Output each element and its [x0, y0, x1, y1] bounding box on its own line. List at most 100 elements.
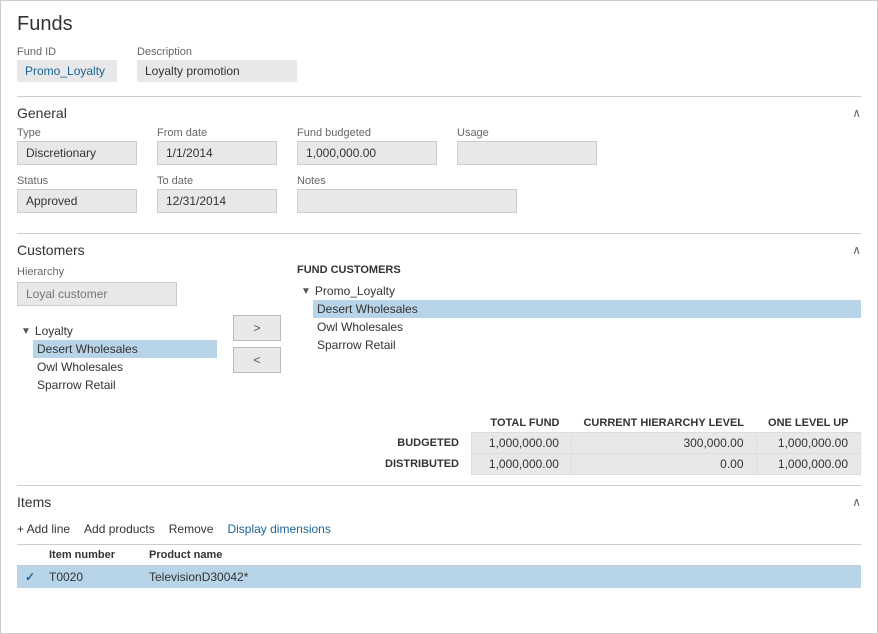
general-title: General — [17, 105, 67, 121]
type-label: Type — [17, 127, 137, 139]
fund-budgeted-input[interactable] — [297, 141, 437, 165]
items-section: Items ∧ + Add line Add products Remove D… — [17, 485, 861, 592]
left-tree-arrow: ▼ — [21, 326, 31, 337]
general-section-header[interactable]: General ∧ — [17, 97, 861, 127]
type-input[interactable] — [17, 141, 137, 165]
add-line-label: + Add line — [17, 522, 70, 536]
general-chevron: ∧ — [852, 106, 861, 120]
notes-input[interactable] — [297, 189, 517, 213]
description-label: Description — [137, 46, 297, 58]
usage-field: Usage — [457, 127, 597, 165]
left-tree-item-2-label: Sparrow Retail — [37, 378, 116, 392]
usage-label: Usage — [457, 127, 597, 139]
right-tree-item-0[interactable]: Desert Wholesales — [313, 300, 861, 318]
page-title: Funds — [17, 13, 861, 36]
fund-id-input[interactable]: Promo_Loyalty — [17, 60, 117, 82]
budgeted-label: BUDGETED — [373, 433, 471, 454]
add-line-button[interactable]: + Add line — [17, 522, 70, 536]
stats-table: TOTAL FUND CURRENT HIERARCHY LEVEL ONE L… — [373, 414, 861, 475]
status-label: Status — [17, 175, 137, 187]
grid-row-0-item-number: T0020 — [41, 566, 141, 588]
customers-title: Customers — [17, 242, 85, 258]
fund-stats: TOTAL FUND CURRENT HIERARCHY LEVEL ONE L… — [17, 414, 861, 475]
usage-input[interactable] — [457, 141, 597, 165]
customers-content: Hierarchy ▼ Loyalty Desert Wholesales — [17, 264, 861, 485]
from-date-label: From date — [157, 127, 277, 139]
right-tree-item-2-label: Sparrow Retail — [317, 338, 396, 352]
customers-section-header[interactable]: Customers ∧ — [17, 234, 861, 264]
back-button[interactable]: < — [233, 347, 281, 373]
items-toolbar: + Add line Add products Remove Display d… — [17, 516, 861, 544]
left-tree-root-label: Loyalty — [35, 324, 73, 338]
status-input[interactable] — [17, 189, 137, 213]
grid-row-0[interactable]: ✓ T0020 TelevisionD30042* — [17, 566, 861, 588]
general-row-2: Status To date Notes — [17, 175, 861, 213]
type-field: Type — [17, 127, 137, 165]
from-date-input[interactable] — [157, 141, 277, 165]
customers-section: Customers ∧ Hierarchy ▼ Loyalty — [17, 233, 861, 485]
fund-id-label: Fund ID — [17, 46, 117, 58]
customers-layout: Hierarchy ▼ Loyalty Desert Wholesales — [17, 264, 861, 394]
grid-header-product-name: Product name — [141, 545, 341, 565]
left-tree-item-1[interactable]: Owl Wholesales — [33, 358, 217, 376]
budgeted-one-level-up: 1,000,000.00 — [756, 433, 860, 454]
left-panel: Hierarchy ▼ Loyalty Desert Wholesales — [17, 264, 217, 394]
forward-button[interactable]: > — [233, 315, 281, 341]
grid-header: Item number Product name — [17, 545, 861, 566]
items-title: Items — [17, 494, 51, 510]
hierarchy-label: Hierarchy — [17, 266, 64, 278]
grid-row-0-check: ✓ — [17, 566, 41, 588]
display-dimensions-label: Display dimensions — [227, 522, 330, 536]
right-tree-item-2[interactable]: Sparrow Retail — [313, 336, 861, 354]
general-row-1: Type From date Fund budgeted Usage — [17, 127, 861, 165]
right-tree-root-label: Promo_Loyalty — [315, 284, 395, 298]
right-tree-item-1[interactable]: Owl Wholesales — [313, 318, 861, 336]
distributed-total: 1,000,000.00 — [471, 454, 571, 475]
grid-header-check — [17, 545, 41, 565]
notes-field: Notes — [297, 175, 517, 213]
from-date-field: From date — [157, 127, 277, 165]
customers-chevron: ∧ — [852, 243, 861, 257]
description-group: Description Loyalty promotion — [137, 46, 297, 82]
display-dimensions-button[interactable]: Display dimensions — [227, 522, 330, 536]
grid-row-0-product-name: TelevisionD30042* — [141, 566, 341, 588]
notes-label: Notes — [297, 175, 517, 187]
left-tree-item-2[interactable]: Sparrow Retail — [33, 376, 217, 394]
middle-buttons: > < — [227, 264, 287, 394]
distributed-one-level-up: 1,000,000.00 — [756, 454, 860, 475]
budgeted-total: 1,000,000.00 — [471, 433, 571, 454]
stats-row-budgeted: BUDGETED 1,000,000.00 300,000.00 1,000,0… — [373, 433, 860, 454]
to-date-label: To date — [157, 175, 277, 187]
left-tree-children: Desert Wholesales Owl Wholesales Sparrow… — [17, 340, 217, 394]
check-icon: ✓ — [25, 570, 35, 584]
items-content: + Add line Add products Remove Display d… — [17, 516, 861, 592]
left-tree-item-1-label: Owl Wholesales — [37, 360, 123, 374]
right-tree-item-0-label: Desert Wholesales — [317, 302, 418, 316]
distributed-label: DISTRIBUTED — [373, 454, 471, 475]
right-panel: FUND CUSTOMERS ▼ Promo_Loyalty Desert Wh… — [297, 264, 861, 394]
remove-button[interactable]: Remove — [169, 522, 214, 536]
general-section: General ∧ Type From date Fund budgeted U… — [17, 96, 861, 233]
left-tree-item-0[interactable]: Desert Wholesales — [33, 340, 217, 358]
grid-header-item-number: Item number — [41, 545, 141, 565]
description-input[interactable]: Loyalty promotion — [137, 60, 297, 82]
right-tree-item-1-label: Owl Wholesales — [317, 320, 403, 334]
hierarchy-input[interactable] — [17, 282, 177, 306]
add-products-button[interactable]: Add products — [84, 522, 155, 536]
to-date-field: To date — [157, 175, 277, 213]
fund-budgeted-label: Fund budgeted — [297, 127, 437, 139]
status-field: Status — [17, 175, 137, 213]
fund-customers-label: FUND CUSTOMERS — [297, 264, 861, 276]
stats-col1-header: TOTAL FUND — [471, 414, 571, 433]
fund-header: Fund ID Promo_Loyalty Description Loyalt… — [17, 46, 861, 82]
right-tree-root[interactable]: ▼ Promo_Loyalty — [297, 282, 861, 300]
left-tree-root[interactable]: ▼ Loyalty — [17, 322, 217, 340]
budgeted-hierarchy: 300,000.00 — [571, 433, 756, 454]
fund-budgeted-field: Fund budgeted — [297, 127, 437, 165]
items-section-header[interactable]: Items ∧ — [17, 486, 861, 516]
stats-col2-header: CURRENT HIERARCHY LEVEL — [571, 414, 756, 433]
remove-label: Remove — [169, 522, 214, 536]
to-date-input[interactable] — [157, 189, 277, 213]
left-tree-item-0-label: Desert Wholesales — [37, 342, 138, 356]
fund-id-group: Fund ID Promo_Loyalty — [17, 46, 117, 82]
